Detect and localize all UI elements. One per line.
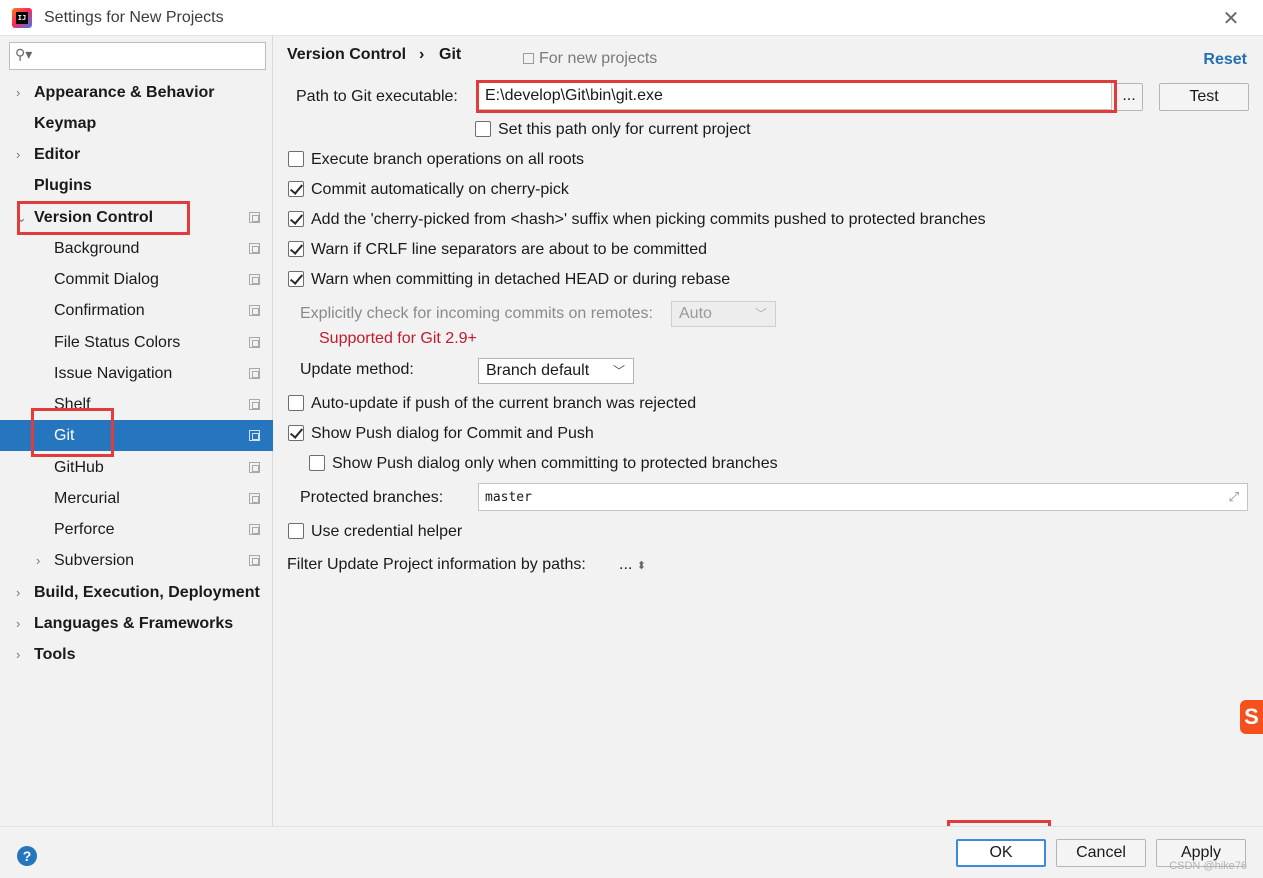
project-scope-icon (249, 462, 260, 473)
ok-button[interactable]: OK (956, 839, 1046, 867)
reset-link[interactable]: Reset (1203, 51, 1247, 69)
for-new-projects-note: For new projects (523, 50, 657, 68)
sidebar-item-mercurial[interactable]: Mercurial (0, 483, 273, 514)
chevron-down-icon: ﹀ (612, 364, 625, 378)
git-path-input[interactable] (479, 83, 1111, 109)
protected-branches-label: Protected branches: (300, 489, 444, 506)
browse-button[interactable]: ... (1115, 83, 1143, 111)
project-scope-icon (249, 430, 260, 441)
sidebar-item-git[interactable]: Git (0, 420, 273, 451)
filter-paths-select[interactable]: ... ⬍ (619, 556, 646, 574)
protected-branches-input[interactable] (479, 484, 1247, 510)
expand-icon[interactable]: ⤢ (1229, 489, 1239, 505)
sidebar-item-tools[interactable]: › Tools (0, 639, 273, 670)
sidebar-item-plugins[interactable]: Plugins (0, 170, 273, 201)
settings-search[interactable]: ⚲▾ (9, 42, 266, 70)
chevron-right-icon: › (36, 553, 41, 568)
incoming-commits-select[interactable]: Auto ﹀ (671, 301, 776, 327)
sidebar-item-background[interactable]: Background (0, 233, 273, 264)
breadcrumb-separator: › (419, 46, 425, 63)
intellij-app-icon: IJ (12, 8, 32, 28)
incoming-commits-label: Explicitly check for incoming commits on… (300, 305, 653, 322)
git-settings-panel: Version Control › Git For new projects R… (273, 36, 1263, 826)
sidebar-item-github[interactable]: GitHub (0, 452, 273, 483)
sidebar-item-commit-dialog[interactable]: Commit Dialog (0, 264, 273, 295)
breadcrumb-git: Git (439, 46, 462, 63)
project-scope-icon (249, 399, 260, 410)
sidebar-item-version-control[interactable]: ⌄ Version Control (0, 202, 273, 233)
git-path-field[interactable] (478, 82, 1112, 110)
git-version-note: Supported for Git 2.9+ (319, 330, 477, 347)
project-scope-icon (249, 212, 260, 223)
updown-chevron-icon: ⬍ (636, 560, 647, 572)
search-icon: ⚲▾ (15, 46, 33, 62)
sidebar-item-languages-frameworks[interactable]: › Languages & Frameworks (0, 608, 273, 639)
project-scope-icon (249, 274, 260, 285)
test-button[interactable]: Test (1159, 83, 1249, 111)
sidebar-item-build-execution-deployment[interactable]: › Build, Execution, Deployment (0, 577, 273, 608)
close-icon[interactable]: ✕ (1221, 6, 1241, 31)
project-scope-icon (249, 524, 260, 535)
chevron-right-icon: › (16, 647, 21, 662)
sidebar-item-file-status-colors[interactable]: File Status Colors (0, 327, 273, 358)
help-icon[interactable]: ? (17, 846, 37, 866)
project-scope-icon (249, 368, 260, 379)
sidebar-item-appearance-behavior[interactable]: › Appearance & Behavior (0, 77, 273, 108)
protected-branches-field[interactable]: ⤢ (478, 483, 1248, 511)
sidebar-item-editor[interactable]: › Editor (0, 139, 273, 170)
input-method-logo-icon[interactable]: S (1240, 700, 1263, 734)
chevron-right-icon: › (16, 585, 21, 600)
filter-paths-label: Filter Update Project information by pat… (287, 556, 586, 573)
project-scope-icon (249, 305, 260, 316)
chevron-right-icon: › (16, 85, 21, 100)
chevron-down-icon: ⌄ (16, 210, 27, 225)
breadcrumb-version-control[interactable]: Version Control (287, 46, 406, 64)
settings-sidebar: ⚲▾ › Appearance & Behavior Keymap › Edit… (0, 36, 273, 826)
project-scope-icon (249, 243, 260, 254)
project-scope-icon (249, 555, 260, 566)
cancel-button[interactable]: Cancel (1056, 839, 1146, 867)
sidebar-item-perforce[interactable]: Perforce (0, 514, 273, 545)
dialog-footer: ? OK Cancel Apply CSDN @hike76 (0, 826, 1263, 878)
search-input[interactable] (36, 45, 261, 67)
chevron-right-icon: › (16, 147, 21, 162)
sidebar-item-subversion[interactable]: › Subversion (0, 545, 273, 576)
window-title: Settings for New Projects (44, 9, 224, 26)
chevron-down-icon: ﹀ (754, 307, 767, 321)
sidebar-item-shelf[interactable]: Shelf (0, 389, 273, 420)
chevron-right-icon: › (16, 616, 21, 631)
update-method-label: Update method: (300, 361, 414, 378)
path-to-git-label: Path to Git executable: (296, 88, 458, 105)
watermark: CSDN @hike76 (1169, 860, 1247, 872)
project-scope-icon (249, 493, 260, 504)
project-scope-icon (249, 337, 260, 348)
update-method-select[interactable]: Branch default ﹀ (478, 358, 634, 384)
sidebar-item-issue-navigation[interactable]: Issue Navigation (0, 358, 273, 389)
sidebar-item-confirmation[interactable]: Confirmation (0, 295, 273, 326)
project-scope-icon (523, 53, 534, 64)
sidebar-item-keymap[interactable]: Keymap (0, 108, 273, 139)
title-bar: IJ Settings for New Projects ✕ (0, 0, 1263, 36)
